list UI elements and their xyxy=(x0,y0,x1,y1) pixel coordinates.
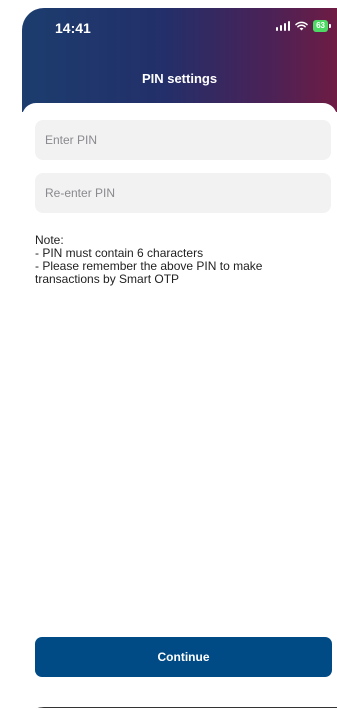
phone-screen: 14:41 63 PIN settings Note: - PIN must c… xyxy=(22,8,337,708)
bottom-edge xyxy=(22,707,337,708)
battery-icon: 63 xyxy=(313,20,331,32)
enter-pin-field[interactable] xyxy=(35,120,331,160)
status-time: 14:41 xyxy=(55,20,91,36)
header: 14:41 63 PIN settings xyxy=(22,8,337,112)
page-title: PIN settings xyxy=(141,71,218,86)
note-block: Note: - PIN must contain 6 characters - … xyxy=(35,234,325,286)
note-line: - Please remember the above PIN to make … xyxy=(35,259,266,286)
status-icons: 63 xyxy=(275,19,331,33)
reenter-pin-field[interactable] xyxy=(35,173,331,213)
wifi-icon xyxy=(295,21,308,31)
content-sheet: Note: - PIN must contain 6 characters - … xyxy=(22,103,337,708)
continue-button[interactable]: Continue xyxy=(35,637,332,677)
signal-icon xyxy=(275,21,291,31)
